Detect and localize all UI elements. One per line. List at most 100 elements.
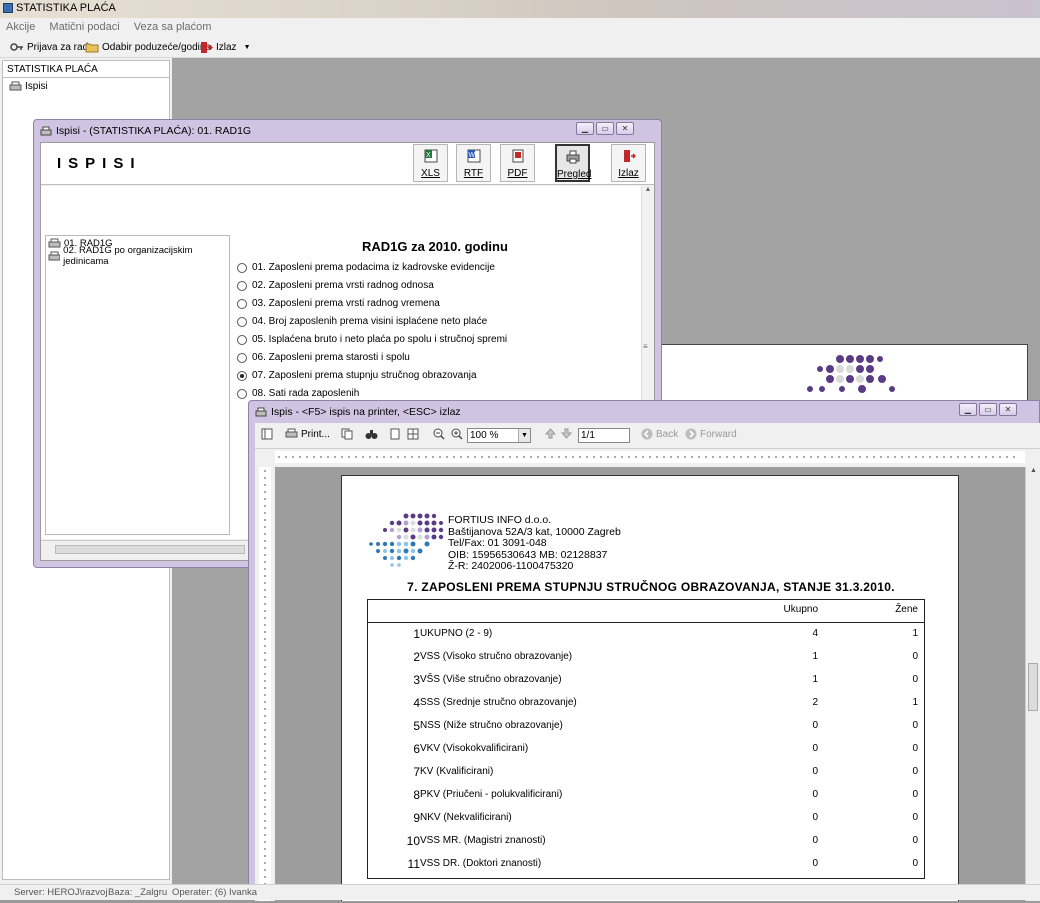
first-page-button[interactable] <box>545 428 556 439</box>
print-label: Print... <box>301 428 330 440</box>
option-label: 05. Isplaćena bruto i neto plaća po spol… <box>252 334 508 345</box>
ispisi-exit-button[interactable]: Izlaz <box>611 144 646 182</box>
radio-button[interactable] <box>237 388 247 399</box>
login-label: Prijava za rad <box>27 41 89 53</box>
radio-button-selected[interactable] <box>237 370 247 381</box>
option-06[interactable]: 06. Zaposleni prema starosti i spolu <box>237 352 410 363</box>
table-row: 2 VSS (Visoko stručno obrazovanje) 1 0 <box>368 646 924 669</box>
radio-button[interactable] <box>237 316 247 327</box>
prev-page-button[interactable] <box>561 428 572 439</box>
preview-vertical-scrollbar[interactable]: ▲ <box>1025 467 1040 901</box>
page-number: 1/1 <box>581 430 595 441</box>
copy-button[interactable] <box>341 428 353 440</box>
scroll-grip-icon[interactable]: ≡ <box>643 342 648 351</box>
radio-button[interactable] <box>237 262 247 273</box>
word-icon: W <box>467 149 480 163</box>
export-xls-button[interactable]: X XLS <box>413 144 448 182</box>
exit-button[interactable]: Izlaz ▼ <box>200 41 251 54</box>
zoom-out-button[interactable] <box>433 428 445 440</box>
row-ukupno: 1 <box>812 651 818 662</box>
menu-maticni-podaci[interactable]: Matični podaci <box>43 18 124 33</box>
zoom-select[interactable]: 100 % ▼ <box>467 428 531 443</box>
menu-akcije[interactable]: Akcije <box>0 18 40 33</box>
list-item[interactable]: 02. RAD1G po organizacijskim jedinicama <box>46 245 229 267</box>
menu-veza-sa-placom[interactable]: Veza sa plaćom <box>128 18 217 33</box>
app-title: STATISTIKA PLAĆA <box>16 2 116 14</box>
close-button[interactable]: ✕ <box>999 403 1017 416</box>
radio-button[interactable] <box>237 298 247 309</box>
option-04[interactable]: 04. Broj zaposlenih prema visini isplaće… <box>237 316 487 327</box>
app-icon <box>3 3 13 13</box>
radio-button[interactable] <box>237 334 247 345</box>
minimize-button[interactable]: ▁ <box>959 403 977 416</box>
app-title-bar: STATISTIKA PLAĆA <box>0 0 1040 18</box>
ispisi-window-titlebar: Ispisi - (STATISTIKA PLAĆA): 01. RAD1G <box>40 122 251 140</box>
row-zene: 0 <box>912 789 918 800</box>
option-03[interactable]: 03. Zaposleni prema vrsti radnog vremena <box>237 298 440 309</box>
option-label: 06. Zaposleni prema starosti i spolu <box>252 352 410 363</box>
background-preview-page <box>656 344 1028 404</box>
company-select-button[interactable]: Odabir poduzeće/godina <box>85 41 211 53</box>
preview-toolbar: Print... 100 % ▼ 1/1 Back Forward <box>255 423 1040 449</box>
row-ukupno: 0 <box>812 812 818 823</box>
outline-toggle-button[interactable] <box>261 428 273 440</box>
table-row: 11 VSS DR. (Doktori znanosti) 0 0 <box>368 853 924 876</box>
print-preview-window: Ispis - <F5> ispis na printer, <ESC> izl… <box>248 400 1040 901</box>
option-label: 02. Zaposleni prema vrsti radnog odnosa <box>252 280 434 291</box>
row-name: VŠS (Više stručno obrazovanje) <box>420 674 562 685</box>
maximize-button[interactable]: ▭ <box>979 403 997 416</box>
export-pdf-button[interactable]: PDF <box>500 144 535 182</box>
option-08[interactable]: 08. Sati rada zaposlenih <box>237 388 359 399</box>
preview-window-title: Ispis - <F5> ispis na printer, <ESC> izl… <box>271 406 461 418</box>
radio-button[interactable] <box>237 280 247 291</box>
option-label: 08. Sati rada zaposlenih <box>252 388 360 399</box>
radio-button[interactable] <box>237 352 247 363</box>
single-page-button[interactable] <box>389 428 401 440</box>
multi-page-button[interactable] <box>407 428 419 440</box>
zoom-in-button[interactable] <box>451 428 463 440</box>
printer-icon <box>255 407 267 416</box>
minimize-button[interactable]: ▁ <box>576 122 594 135</box>
multi-page-icon <box>407 428 419 440</box>
exit-dropdown-icon[interactable]: ▼ <box>244 44 251 51</box>
close-button[interactable]: ✕ <box>616 122 634 135</box>
scroll-up-icon[interactable]: ▲ <box>1026 467 1040 474</box>
table-row: 3 VŠS (Više stručno obrazovanje) 1 0 <box>368 669 924 692</box>
option-label: 03. Zaposleni prema vrsti radnog vremena <box>252 298 440 309</box>
row-ukupno: 0 <box>812 835 818 846</box>
row-number: 11 <box>407 857 420 871</box>
fortius-logo-icon <box>369 513 444 567</box>
option-07[interactable]: 07. Zaposleni prema stupnju stručnog obr… <box>237 370 477 381</box>
row-ukupno: 4 <box>812 628 818 639</box>
chevron-down-icon[interactable]: ▼ <box>518 429 530 442</box>
option-01[interactable]: 01. Zaposleni prema podacima iz kadrovsk… <box>237 262 495 273</box>
scroll-thumb[interactable] <box>55 545 245 554</box>
forward-button[interactable]: Forward <box>685 428 737 440</box>
export-rtf-button[interactable]: W RTF <box>456 144 491 182</box>
table-row: 4 SSS (Srednje stručno obrazovanje) 2 1 <box>368 692 924 715</box>
zoom-out-icon <box>433 428 445 440</box>
forward-label: Forward <box>700 428 737 440</box>
company-zr: Ž-R: 2402006-1100475320 <box>448 560 574 572</box>
back-button[interactable]: Back <box>641 428 678 440</box>
ruler-ticks <box>278 456 1015 458</box>
scroll-up-icon[interactable]: ▲ <box>642 186 654 193</box>
back-label: Back <box>656 428 679 440</box>
find-button[interactable] <box>365 428 378 440</box>
login-button[interactable]: Prijava za rad <box>10 41 88 53</box>
print-button[interactable]: Print... <box>285 428 330 440</box>
key-icon <box>10 43 23 51</box>
page-number-input[interactable]: 1/1 <box>578 428 630 443</box>
nav-item-ispisi[interactable]: Ispisi <box>3 78 169 92</box>
column-zene: Žene <box>895 604 918 615</box>
option-05[interactable]: 05. Isplaćena bruto i neto plaća po spol… <box>237 334 507 345</box>
table-row: 8 PKV (Priučeni - polukvalificirani) 0 0 <box>368 784 924 807</box>
row-zene: 1 <box>912 628 918 639</box>
row-ukupno: 0 <box>812 789 818 800</box>
scroll-thumb[interactable] <box>1028 663 1038 711</box>
preview-button[interactable]: Pregled <box>555 144 591 182</box>
option-02[interactable]: 02. Zaposleni prema vrsti radnog odnosa <box>237 280 434 291</box>
maximize-button[interactable]: ▭ <box>596 122 614 135</box>
status-bar: Server: HEROJ\razvoj Baza: _Zalgru Opera… <box>0 884 1040 900</box>
row-number: 10 <box>406 834 420 848</box>
